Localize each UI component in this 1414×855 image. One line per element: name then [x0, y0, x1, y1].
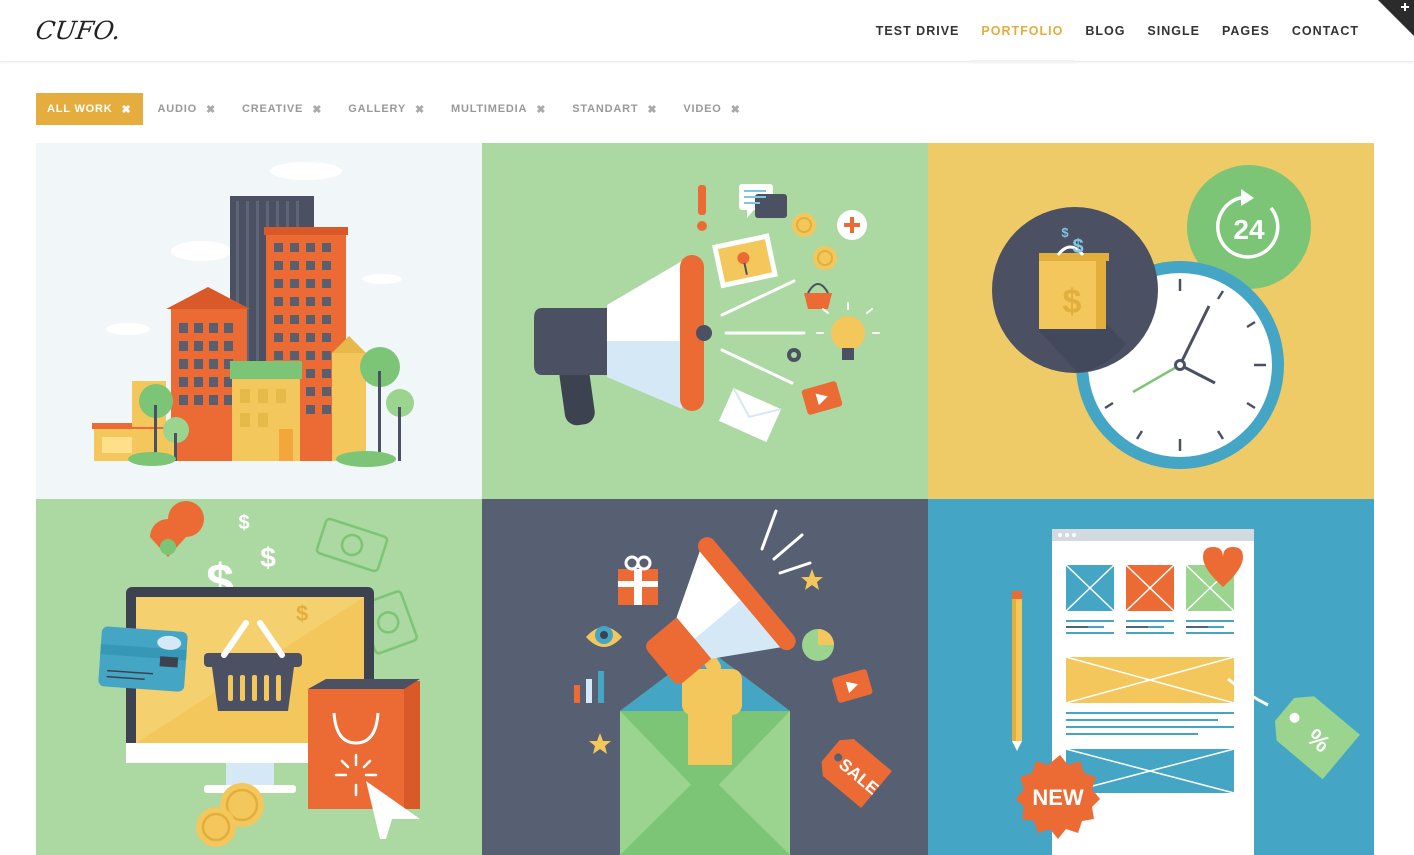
portfolio-item-megaphone[interactable]	[482, 143, 928, 499]
site-header: CUFO. TEST DRIVE PORTFOLIO BLOG SINGLE P…	[0, 0, 1414, 63]
filter-gallery[interactable]: GALLERY ✖	[337, 93, 436, 125]
bag-dollar-sign: $	[1063, 283, 1082, 321]
nav-item-blog[interactable]: BLOG	[1074, 0, 1136, 62]
online-shopping-illustration: $ $ $ $	[98, 501, 420, 847]
filter-label: ALL WORK	[47, 103, 113, 115]
nav-item-contact[interactable]: CONTACT	[1281, 0, 1370, 62]
filter-standart[interactable]: STANDART ✖	[561, 93, 668, 125]
dollar-sign-small: $	[238, 512, 249, 534]
close-icon: ✖	[205, 103, 216, 116]
filter-multimedia[interactable]: MULTIMEDIA ✖	[440, 93, 557, 125]
new-badge-text: NEW	[1032, 785, 1084, 810]
site-logo[interactable]: CUFO.	[34, 16, 123, 45]
portfolio-item-web[interactable]: % NEW	[928, 499, 1374, 855]
filter-all-work[interactable]: ALL WORK ✖	[36, 93, 143, 125]
portfolio-item-shopping[interactable]: $ $ $ $	[36, 499, 482, 855]
dollar-sign-medium: $	[260, 542, 276, 573]
portfolio-item-city[interactable]	[36, 143, 482, 499]
corner-plus-button[interactable]	[1378, 0, 1414, 36]
close-icon: ✖	[312, 103, 323, 116]
close-icon: ✖	[536, 103, 547, 116]
filter-label: CREATIVE	[241, 103, 304, 115]
filter-audio[interactable]: AUDIO ✖	[147, 93, 227, 125]
small-dollar-sign: $	[1061, 225, 1069, 240]
filter-video[interactable]: VIDEO ✖	[672, 93, 751, 125]
city-buildings-illustration	[92, 162, 414, 467]
clock-shopping-illustration: 24 $ $ $	[992, 165, 1311, 469]
nav-item-single[interactable]: SINGLE	[1136, 0, 1211, 62]
floating-dollar-sign: $	[1072, 236, 1083, 258]
clock-24-badge: 24	[1233, 214, 1265, 245]
megaphone-illustration	[534, 184, 880, 443]
nav-item-pages[interactable]: PAGES	[1211, 0, 1281, 62]
nav-item-portfolio[interactable]: PORTFOLIO	[970, 0, 1075, 63]
filter-label: AUDIO	[157, 103, 197, 115]
close-icon: ✖	[414, 103, 425, 116]
filter-label: GALLERY	[348, 103, 406, 115]
filter-label: VIDEO	[683, 103, 722, 115]
web-design-illustration: % NEW	[1012, 529, 1360, 855]
close-icon: ✖	[730, 103, 741, 116]
portfolio-item-promo[interactable]: SALE	[482, 499, 928, 855]
filter-label: MULTIMEDIA	[451, 103, 528, 115]
plus-icon	[1378, 0, 1414, 36]
promo-megaphone-illustration: SALE	[574, 509, 892, 855]
screen-dollar-sign: $	[296, 601, 308, 626]
portfolio-item-clock[interactable]: 24 $ $ $	[928, 143, 1374, 499]
portfolio-filters: ALL WORK ✖ AUDIO ✖ CREATIVE ✖ GALLERY ✖ MULT…	[36, 93, 756, 125]
filter-label: STANDART	[572, 103, 639, 115]
nav-item-test-drive[interactable]: TEST DRIVE	[865, 0, 971, 62]
main-nav: TEST DRIVE PORTFOLIO BLOG SINGLE PAGES C…	[865, 0, 1370, 63]
close-icon: ✖	[121, 103, 132, 116]
filter-creative[interactable]: CREATIVE ✖	[231, 93, 333, 125]
close-icon: ✖	[647, 103, 658, 116]
portfolio-grid: 24 $ $ $ $ $ $ $ SALE % NEW	[36, 143, 1374, 855]
